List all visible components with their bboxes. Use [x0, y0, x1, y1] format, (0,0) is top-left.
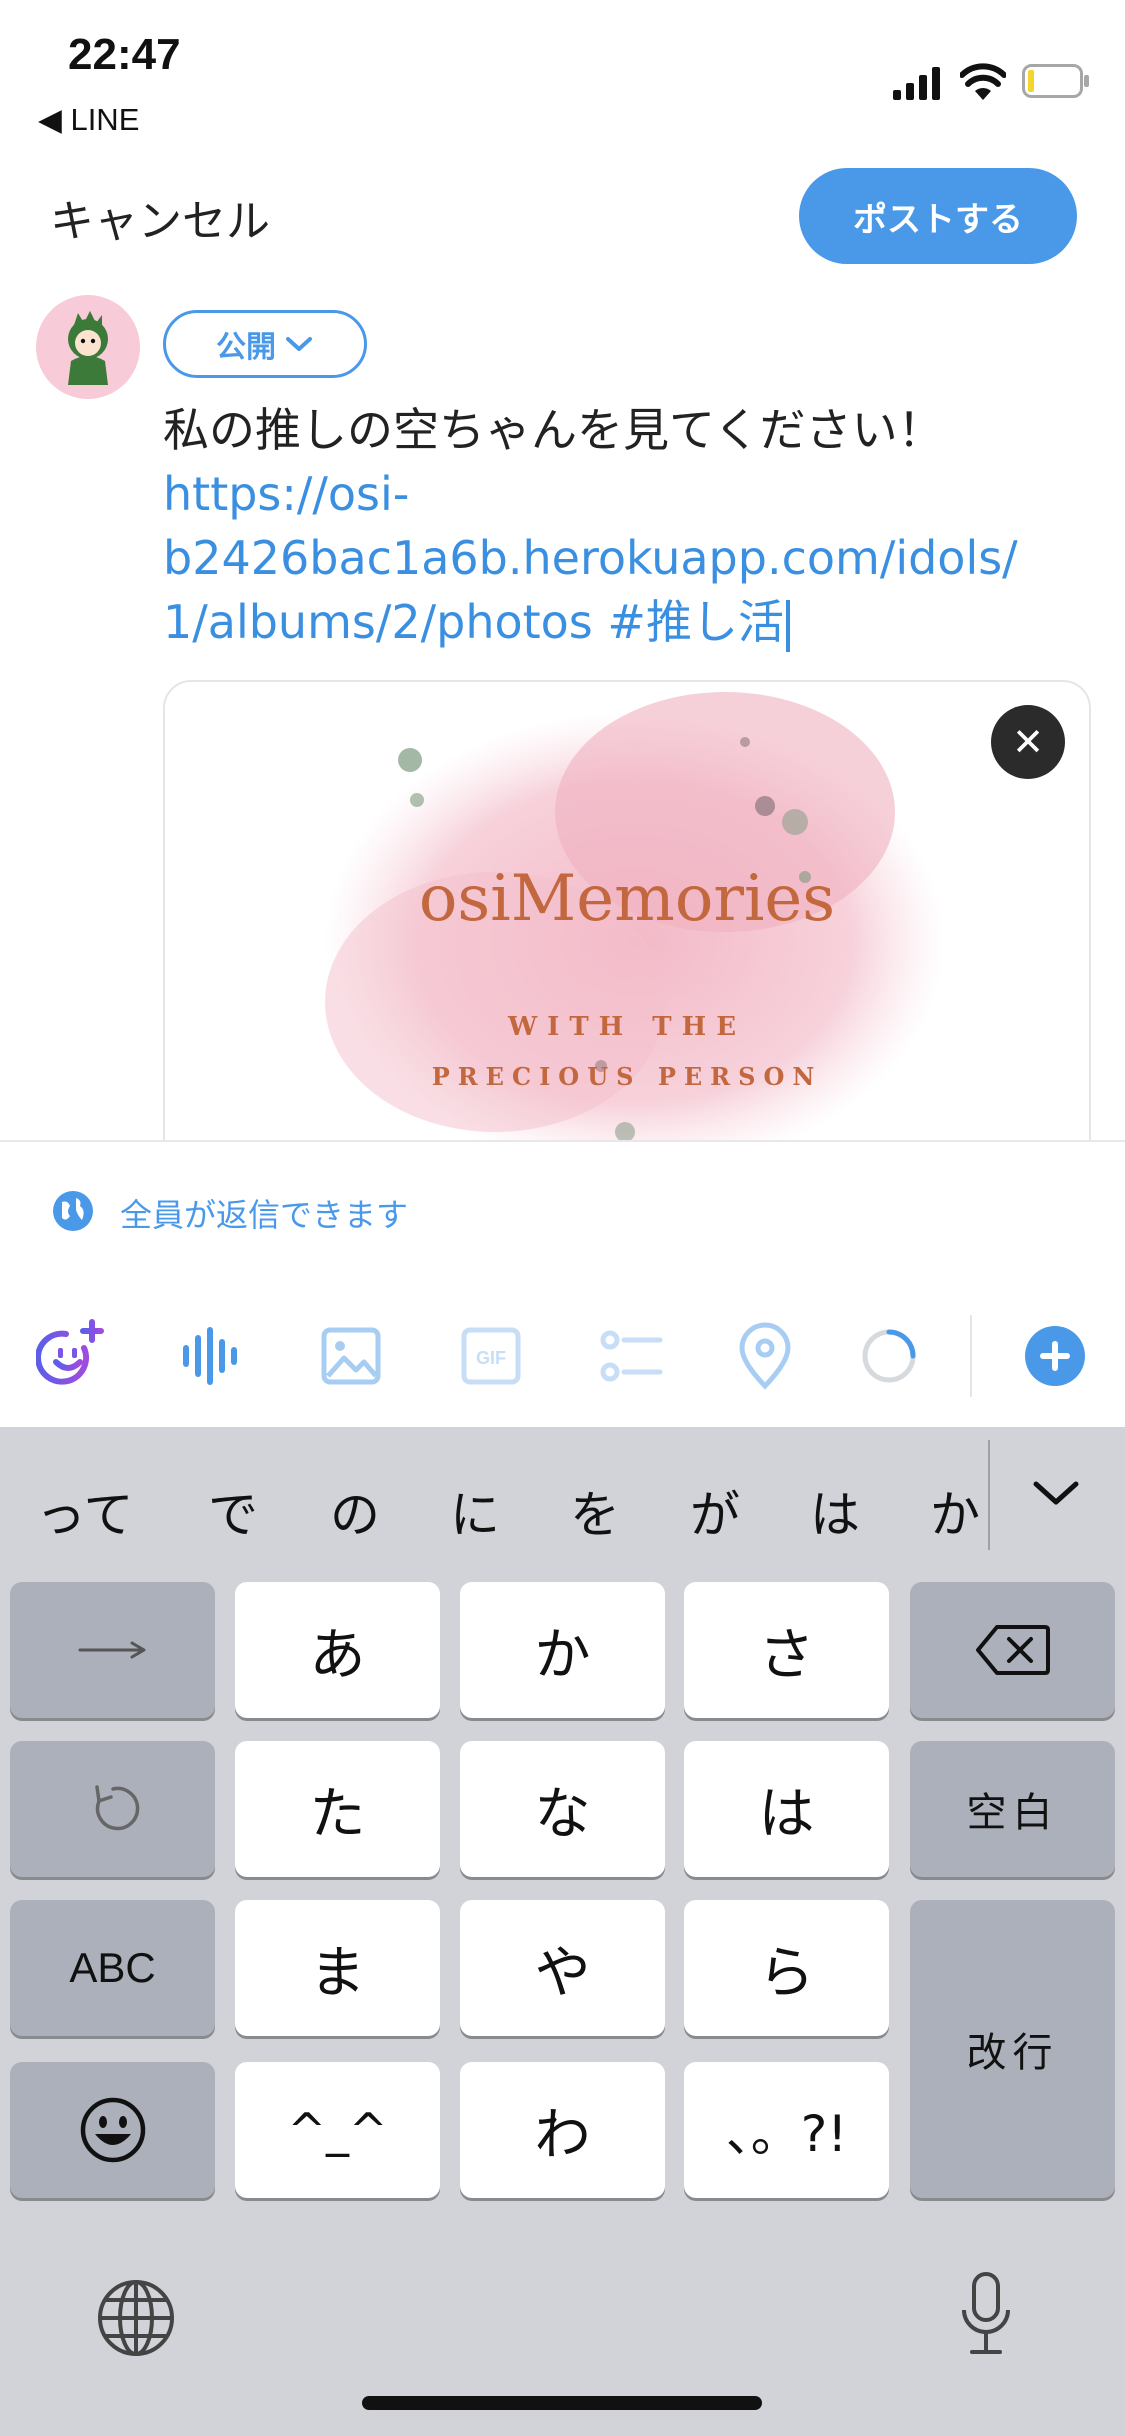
gif-icon[interactable]: GIF	[456, 1318, 526, 1394]
globe-keyboard-switch-icon[interactable]	[96, 2278, 176, 2358]
reply-setting-label[interactable]: 全員が返信できます	[120, 1190, 408, 1236]
kana-key-na[interactable]: な	[460, 1741, 665, 1877]
kana-key-ta[interactable]: た	[235, 1741, 440, 1877]
candidate-divider	[988, 1440, 990, 1550]
cancel-button[interactable]: キャンセル	[50, 185, 270, 249]
candidate-word[interactable]: の	[330, 1475, 380, 1547]
battery-icon	[1022, 64, 1089, 98]
voice-icon[interactable]	[176, 1318, 246, 1394]
post-hashtag[interactable]: #推し活	[593, 595, 784, 649]
kana-key-sa[interactable]: さ	[684, 1582, 889, 1718]
kana-key-ra[interactable]: ら	[684, 1900, 889, 2036]
audience-selector[interactable]: 公開	[163, 310, 367, 378]
poll-icon[interactable]	[596, 1318, 666, 1394]
kana-key-wa[interactable]: わ	[460, 2062, 665, 2198]
delete-key[interactable]	[910, 1582, 1115, 1718]
arrow-right-icon	[78, 1641, 145, 1659]
microphone-icon[interactable]	[958, 2270, 1014, 2360]
backspace-icon	[975, 1625, 1050, 1675]
avatar[interactable]	[36, 295, 140, 399]
candidate-word[interactable]: は	[810, 1475, 860, 1547]
svg-text:GIF: GIF	[476, 1348, 506, 1368]
post-link-line-3[interactable]: 1/albums/2/photos	[163, 595, 593, 649]
back-to-app-link[interactable]: ◀ LINE	[38, 102, 139, 138]
status-time: 22:47	[68, 30, 181, 79]
card-subtitle-2: PRECIOUS PERSON	[431, 1062, 823, 1091]
link-preview-card[interactable]: osiMemories WITH THE PRECIOUS PERSON	[163, 680, 1091, 1142]
candidate-word[interactable]: って	[36, 1475, 134, 1547]
text-caret	[785, 599, 790, 652]
remove-card-button[interactable]: ✕	[991, 705, 1065, 779]
card-subtitle-1: WITH THE	[507, 1012, 747, 1042]
undo-icon	[94, 1785, 139, 1831]
card-title: osiMemories	[418, 862, 836, 936]
candidate-word[interactable]: か	[930, 1475, 980, 1547]
post-button[interactable]: ポストする	[799, 168, 1077, 264]
expand-candidates-icon[interactable]	[1030, 1478, 1082, 1508]
emoji-smiley-icon	[80, 2097, 145, 2163]
chevron-down-icon	[286, 337, 312, 351]
kana-key-ha[interactable]: は	[684, 1741, 889, 1877]
candidate-word[interactable]: で	[208, 1475, 258, 1547]
enter-key[interactable]: 改行	[910, 1900, 1115, 2198]
candidate-word[interactable]: が	[690, 1475, 740, 1547]
avatar-character-icon	[68, 311, 108, 385]
post-link-line-2[interactable]: b2426bac1a6b.herokuapp.com/idols/	[163, 526, 1083, 590]
wifi-icon	[960, 63, 1006, 100]
punctuation-key[interactable]: 、。?!	[684, 2062, 889, 2198]
toolbar-divider	[970, 1315, 972, 1397]
compose-toolbar	[0, 1287, 1125, 1427]
add-icon[interactable]	[1020, 1318, 1090, 1394]
post-text-plain: 私の推しの空ちゃんを見てください！	[163, 403, 944, 457]
emoji-key[interactable]	[10, 2062, 215, 2198]
abc-key[interactable]: ABC	[10, 1900, 215, 2036]
candidate-word[interactable]: を	[570, 1475, 620, 1547]
cursor-right-key[interactable]	[10, 1582, 215, 1718]
home-indicator[interactable]	[362, 2396, 762, 2410]
undo-key[interactable]	[10, 1741, 215, 1877]
location-icon[interactable]	[730, 1318, 800, 1394]
space-key[interactable]: 空白	[910, 1741, 1115, 1877]
kana-key-ma[interactable]: ま	[235, 1900, 440, 2036]
face-mark-key[interactable]: ^_^	[235, 2062, 440, 2198]
candidate-word[interactable]: に	[450, 1475, 500, 1547]
kana-key-a[interactable]: あ	[235, 1582, 440, 1718]
kana-key-ka[interactable]: か	[460, 1582, 665, 1718]
kana-key-ya[interactable]: や	[460, 1900, 665, 2036]
audience-label: 公開	[216, 330, 276, 365]
post-link-line-1[interactable]: https://osi-	[163, 462, 1083, 526]
post-text-area[interactable]: 私の推しの空ちゃんを見てください！ https://osi- b2426bac1…	[163, 398, 1083, 654]
progress-icon	[862, 1329, 916, 1383]
grok-icon[interactable]	[36, 1318, 106, 1394]
image-icon[interactable]	[316, 1318, 386, 1394]
cellular-signal-icon	[893, 67, 940, 100]
globe-icon	[53, 1191, 93, 1231]
